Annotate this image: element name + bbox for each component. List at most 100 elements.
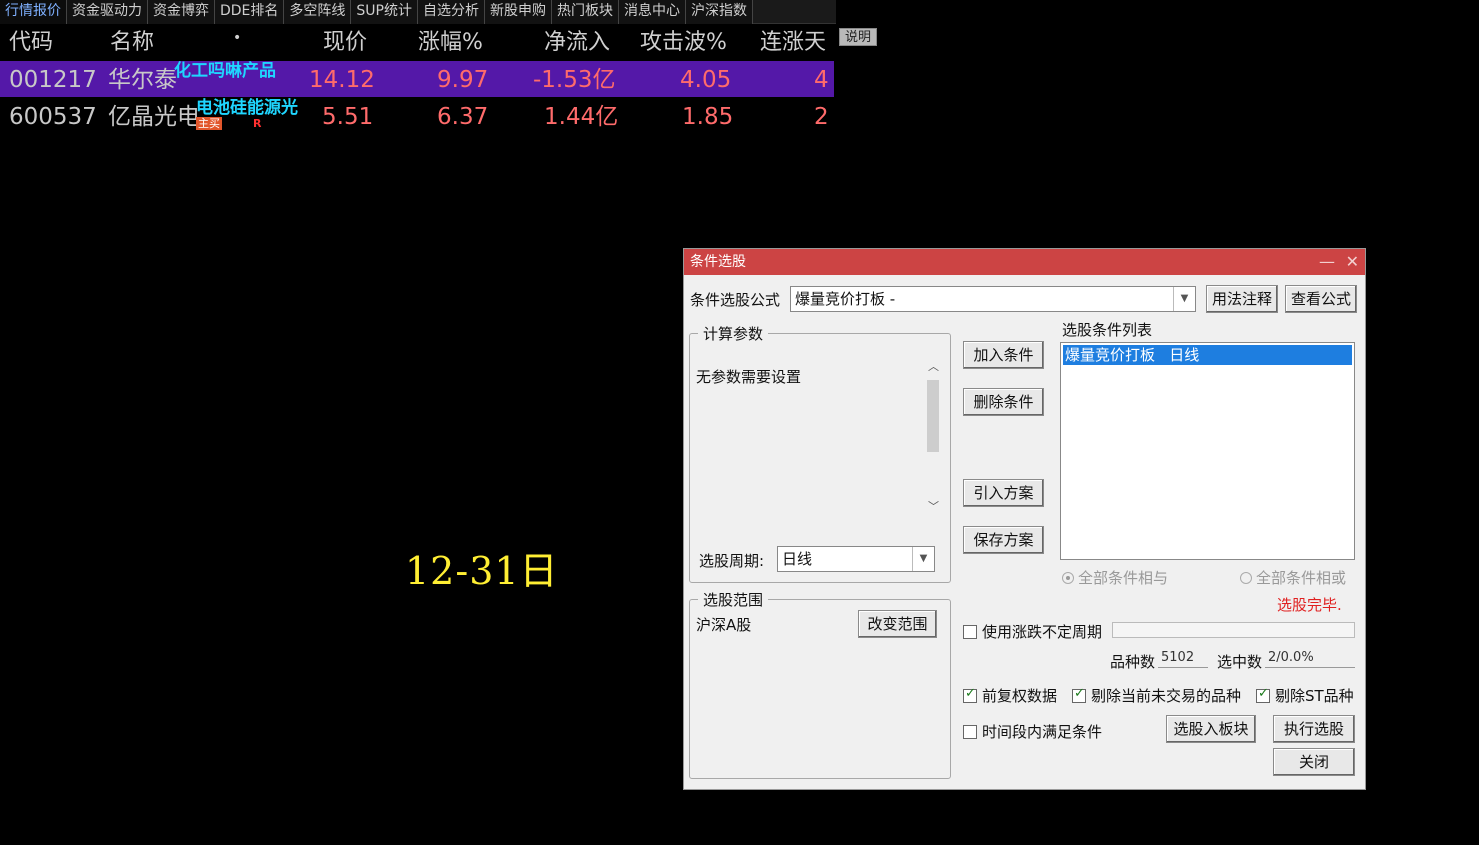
minimize-icon[interactable]: — xyxy=(1319,249,1335,275)
tab-item[interactable]: 资金博弈 xyxy=(148,0,215,24)
view-formula-button[interactable]: 查看公式 xyxy=(1285,285,1357,313)
period-select[interactable]: 日线 ▼ xyxy=(777,546,935,572)
top-tab-bar: 行情报价 资金驱动力 资金博弈 DDE排名 多空阵线 SUP统计 自选分析 新股申购 热门板块消… xyxy=(0,0,836,24)
col-attack-header[interactable]: 攻击波% xyxy=(640,28,727,58)
col-price-header[interactable]: 现价 xyxy=(323,28,367,58)
tab-item[interactable]: 消息中心 xyxy=(618,0,686,24)
main-buy-badge: 主买 xyxy=(196,117,222,130)
adjusted-data-label: 前复权数据 xyxy=(982,687,1058,705)
range-group: 选股范围 沪深A股 改变范围 xyxy=(689,589,951,779)
usage-notes-button[interactable]: 用法注释 xyxy=(1206,285,1278,313)
tab-item[interactable]: 沪深指数 xyxy=(685,0,753,24)
stock-price: 5.51 xyxy=(322,104,374,130)
stock-code: 600537 xyxy=(9,104,97,130)
formula-label: 条件选股公式 xyxy=(690,291,781,309)
tab-item[interactable]: 热门板块 xyxy=(551,0,619,24)
concept-tag: 电池硅能源光 xyxy=(196,98,298,118)
selected-value: 2/0.0% xyxy=(1265,649,1355,668)
radio-dot-icon xyxy=(1240,572,1252,584)
run-selection-button[interactable]: 执行选股 xyxy=(1273,715,1355,743)
col-dot-marker: • xyxy=(233,30,242,46)
table-row[interactable]: 001217 华尔泰 化工吗啉产品 14.12 9.97 -1.53亿 4.05… xyxy=(0,61,834,97)
variable-period-checkbox[interactable]: 使用涨跌不定周期 xyxy=(963,621,1102,642)
status-text: 选股完毕. xyxy=(1277,596,1342,614)
adjusted-data-checkbox[interactable]: 前复权数据 xyxy=(963,685,1057,706)
note-button[interactable]: 说明 xyxy=(839,28,877,46)
tab-item[interactable]: SUP统计 xyxy=(351,0,418,24)
formula-value: 爆量竞价打板 - xyxy=(795,290,896,308)
exclude-untraded-checkbox[interactable]: 剔除当前未交易的品种 xyxy=(1072,685,1241,706)
stock-net-inflow: -1.53亿 xyxy=(533,67,616,93)
stock-change-pct: 9.97 xyxy=(437,67,489,93)
condition-list-label: 选股条件列表 xyxy=(1062,321,1153,339)
list-item[interactable]: 爆量竞价打板 日线 xyxy=(1063,345,1352,365)
stock-attack-pct: 4.05 xyxy=(680,67,732,93)
checkbox-icon xyxy=(963,625,977,639)
stock-code: 001217 xyxy=(9,67,97,93)
radio-dot-icon xyxy=(1062,572,1074,584)
tab-item[interactable]: 多空阵线 xyxy=(284,0,352,24)
selected-label: 选中数 xyxy=(1217,653,1263,671)
count-value: 5102 xyxy=(1158,649,1208,668)
chevron-down-icon[interactable]: ▼ xyxy=(912,547,934,571)
progress-bar xyxy=(1112,622,1355,638)
r-marker: R xyxy=(253,117,262,130)
radio-all-and-label: 全部条件相与 xyxy=(1078,569,1169,587)
params-group: 计算参数 无参数需要设置 ︿ ﹀ 选股周期: 日线 ▼ xyxy=(689,323,951,583)
period-value: 日线 xyxy=(782,550,813,568)
dialog-title-bar[interactable]: 条件选股 — ✕ xyxy=(684,249,1365,275)
change-range-button[interactable]: 改变范围 xyxy=(858,610,937,638)
tab-item[interactable]: 新股申购 xyxy=(484,0,552,24)
stock-name: 华尔泰 xyxy=(108,67,177,93)
checkbox-icon xyxy=(963,686,977,703)
add-condition-button[interactable]: 加入条件 xyxy=(963,341,1044,369)
count-label: 品种数 xyxy=(1110,653,1156,671)
exclude-st-checkbox[interactable]: 剔除ST品种 xyxy=(1256,685,1354,706)
exclude-st-label: 剔除ST品种 xyxy=(1275,687,1354,705)
formula-select[interactable]: 爆量竞价打板 - ▼ xyxy=(790,286,1196,312)
stock-rising-days: 2 xyxy=(814,104,829,130)
period-label: 选股周期: xyxy=(699,552,765,570)
params-scrollbar[interactable]: ︿ ﹀ xyxy=(924,358,942,518)
scroll-up-icon[interactable]: ︿ xyxy=(928,358,939,374)
checkbox-icon xyxy=(1256,686,1270,703)
add-to-block-button[interactable]: 选股入板块 xyxy=(1166,715,1256,743)
radio-all-or-label: 全部条件相或 xyxy=(1256,569,1347,587)
checkbox-icon xyxy=(963,725,977,739)
close-button[interactable]: 关闭 xyxy=(1273,748,1355,776)
stock-attack-pct: 1.85 xyxy=(682,104,734,130)
delete-condition-button[interactable]: 删除条件 xyxy=(963,388,1044,416)
quote-table-header: 代码 名称 • 现价 涨幅% 净流入 攻击波% 连涨天 xyxy=(0,28,840,60)
time-range-checkbox[interactable]: 时间段内满足条件 xyxy=(963,721,1102,742)
chevron-down-icon[interactable]: ▼ xyxy=(1173,287,1195,311)
close-icon[interactable]: ✕ xyxy=(1346,249,1359,275)
date-label: 12-31日 xyxy=(405,549,559,593)
stock-price: 14.12 xyxy=(309,67,375,93)
col-name-header[interactable]: 名称 xyxy=(110,28,154,58)
range-value: 沪深A股 xyxy=(696,616,752,634)
stock-net-inflow: 1.44亿 xyxy=(544,104,619,130)
tab-item[interactable]: DDE排名 xyxy=(215,0,285,24)
col-days-header[interactable]: 连涨天 xyxy=(760,28,826,58)
condition-stock-picker-dialog: 条件选股 — ✕ 条件选股公式 爆量竞价打板 - ▼ 用法注释 查看公式 计算参… xyxy=(683,248,1366,790)
checkbox-icon xyxy=(1072,686,1086,703)
scroll-down-icon[interactable]: ﹀ xyxy=(928,498,939,514)
params-group-title: 计算参数 xyxy=(698,323,769,344)
import-scheme-button[interactable]: 引入方案 xyxy=(963,479,1044,507)
tab-item[interactable]: 自选分析 xyxy=(417,0,485,24)
save-scheme-button[interactable]: 保存方案 xyxy=(963,526,1044,554)
stock-change-pct: 6.37 xyxy=(437,104,489,130)
scroll-thumb[interactable] xyxy=(927,380,939,452)
tab-item[interactable]: 资金驱动力 xyxy=(67,0,148,24)
col-pct-header[interactable]: 涨幅% xyxy=(418,28,483,58)
radio-all-and[interactable]: 全部条件相与 xyxy=(1062,567,1168,588)
range-group-title: 选股范围 xyxy=(698,589,769,610)
col-code-header[interactable]: 代码 xyxy=(9,28,53,58)
tab-item[interactable]: 行情报价 xyxy=(0,0,67,24)
params-text: 无参数需要设置 xyxy=(696,368,802,386)
radio-all-or[interactable]: 全部条件相或 xyxy=(1240,567,1346,588)
table-row[interactable]: 600537 亿晶光电 电池硅能源光 主买 R 5.51 6.37 1.44亿 … xyxy=(0,98,834,134)
variable-period-label: 使用涨跌不定周期 xyxy=(982,623,1103,641)
condition-list[interactable]: 爆量竞价打板 日线 xyxy=(1060,342,1355,560)
col-flow-header[interactable]: 净流入 xyxy=(544,28,610,58)
